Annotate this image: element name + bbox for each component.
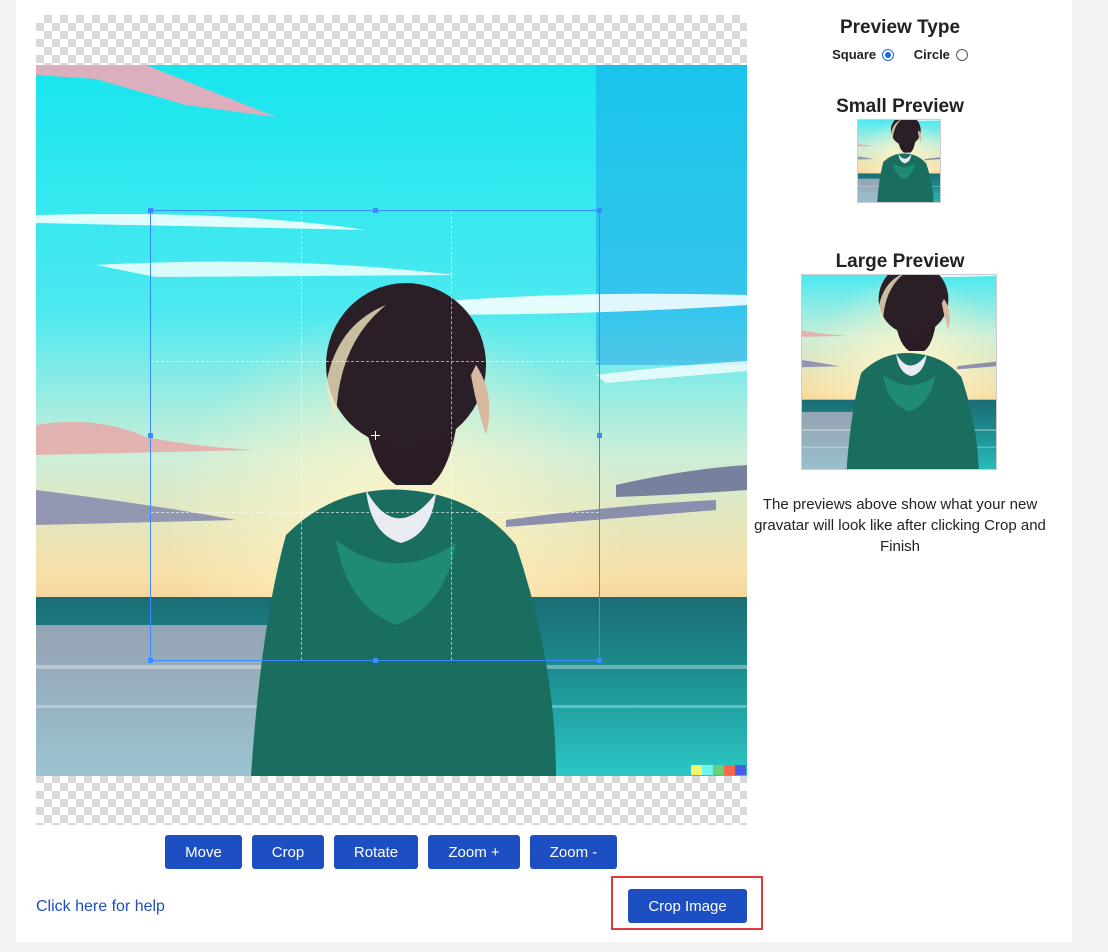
preview-type-options: Square Circle	[748, 47, 1052, 62]
help-link[interactable]: Click here for help	[36, 898, 165, 916]
crop-handle-e[interactable]	[597, 433, 602, 438]
color-swatch	[691, 765, 702, 775]
preview-type-circle-option[interactable]: Circle	[914, 47, 968, 62]
crop-button[interactable]: Crop	[252, 835, 324, 869]
preview-type-heading: Preview Type	[839, 17, 961, 38]
small-preview-image	[857, 119, 941, 203]
large-preview-image	[801, 274, 997, 470]
move-button[interactable]: Move	[165, 835, 242, 869]
radio-label: Circle	[913, 47, 950, 62]
crop-handle-n[interactable]	[373, 208, 378, 213]
crop-handle-se[interactable]	[597, 658, 602, 663]
crop-guide-line	[451, 211, 452, 660]
rotate-button[interactable]: Rotate	[334, 835, 418, 869]
color-swatch	[702, 765, 713, 775]
crop-handle-sw[interactable]	[148, 658, 153, 663]
crop-handle-ne[interactable]	[597, 208, 602, 213]
preview-type-square-option[interactable]: Square	[832, 47, 895, 62]
radio-button-icon[interactable]	[955, 48, 968, 61]
zoom-out-button[interactable]: Zoom -	[530, 835, 617, 869]
radio-button-icon[interactable]	[882, 48, 895, 61]
large-preview-heading: Large Preview	[835, 251, 965, 272]
crop-center-crosshair-icon	[371, 431, 380, 440]
crop-handle-w[interactable]	[148, 433, 153, 438]
crop-guide-line	[151, 512, 599, 513]
editor-toolbar: Move Crop Rotate Zoom + Zoom -	[0, 835, 1108, 869]
preview-description: The previews above show what your new gr…	[754, 496, 1046, 555]
radio-label: Square	[832, 47, 877, 62]
crop-guide-line	[301, 211, 302, 660]
image-crop-editor[interactable]	[36, 15, 747, 825]
color-swatch	[713, 765, 724, 775]
color-swatch	[735, 765, 746, 775]
zoom-in-button[interactable]: Zoom +	[428, 835, 520, 869]
crop-image-button[interactable]: Crop Image	[628, 889, 747, 923]
small-preview-heading: Small Preview	[836, 96, 964, 117]
crop-handle-nw[interactable]	[148, 208, 153, 213]
crop-selection-box[interactable]	[148, 208, 602, 663]
color-swatch	[724, 765, 735, 775]
crop-guide-line	[151, 361, 599, 362]
crop-handle-s[interactable]	[373, 658, 378, 663]
